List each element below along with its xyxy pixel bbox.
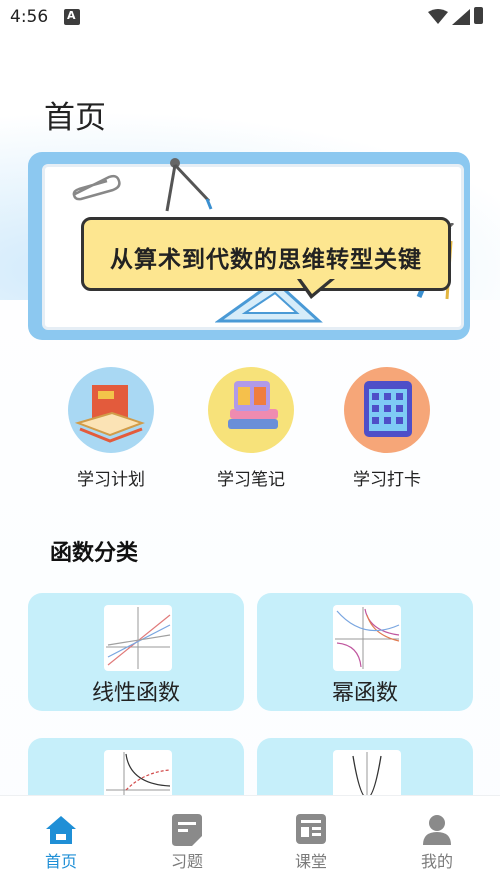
compass-icon bbox=[165, 158, 213, 212]
tab-label: 我的 bbox=[420, 852, 453, 871]
tab-classroom[interactable]: 课堂 bbox=[266, 814, 356, 872]
card-label: 幂函数 bbox=[331, 681, 398, 706]
wifi-icon bbox=[428, 9, 448, 24]
tab-label: 首页 bbox=[44, 852, 77, 871]
tab-profile[interactable]: 我的 bbox=[392, 814, 482, 872]
shortcut-study-plan[interactable]: 学习计划 bbox=[56, 367, 166, 490]
calendar-icon bbox=[344, 367, 430, 453]
accessibility-notification-icon bbox=[64, 9, 80, 25]
signal-icon bbox=[452, 9, 470, 25]
card-linear-function[interactable]: 线性函数 bbox=[28, 593, 244, 711]
notebook-icon bbox=[208, 367, 294, 453]
exercise-icon bbox=[170, 814, 204, 846]
page-title: 首页 bbox=[44, 100, 106, 136]
profile-icon bbox=[420, 814, 454, 846]
tab-label: 习题 bbox=[170, 852, 203, 871]
battery-icon bbox=[474, 7, 483, 24]
shortcut-label: 学习笔记 bbox=[217, 470, 285, 490]
status-bar: 4:56 bbox=[0, 0, 500, 34]
paperclip-icon bbox=[72, 174, 121, 201]
home-icon bbox=[44, 814, 78, 846]
classroom-icon bbox=[294, 814, 328, 846]
shortcut-study-checkin[interactable]: 学习打卡 bbox=[332, 367, 442, 490]
shortcut-label: 学习计划 bbox=[77, 470, 145, 490]
shortcut-label: 学习打卡 bbox=[353, 470, 421, 490]
book-icon bbox=[68, 367, 154, 453]
shortcut-study-notes[interactable]: 学习笔记 bbox=[196, 367, 306, 490]
status-time: 4:56 bbox=[10, 7, 49, 27]
banner-speech-bubble: 从算术到代数的思维转型关键 bbox=[81, 217, 451, 291]
section-title: 函数分类 bbox=[50, 541, 139, 566]
banner-headline: 从算术到代数的思维转型关键 bbox=[110, 247, 422, 273]
bottom-tab-bar: 首页 习题 课堂 我的 bbox=[0, 795, 500, 889]
tab-label: 课堂 bbox=[294, 852, 327, 871]
power-graph-thumbnail bbox=[333, 605, 401, 671]
tab-exercises[interactable]: 习题 bbox=[142, 814, 232, 872]
tab-home[interactable]: 首页 bbox=[16, 814, 106, 872]
banner-card: 从算术到代数的思维转型关键 bbox=[42, 158, 464, 330]
bubble-tail-fill bbox=[301, 279, 330, 294]
card-power-function[interactable]: 幂函数 bbox=[257, 593, 473, 711]
linear-graph-thumbnail bbox=[104, 605, 172, 671]
banner[interactable]: 从算术到代数的思维转型关键 bbox=[28, 152, 470, 340]
card-label: 线性函数 bbox=[91, 681, 180, 706]
